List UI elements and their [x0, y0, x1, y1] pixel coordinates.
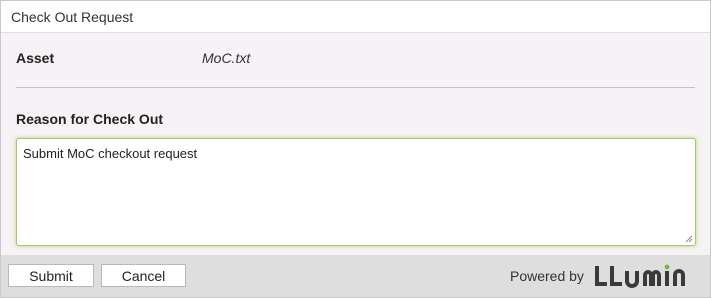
- check-out-dialog: Check Out Request Asset MoC.txt Reason f…: [0, 0, 711, 298]
- asset-label: Asset: [16, 50, 55, 66]
- powered-by-label: Powered by: [510, 268, 584, 284]
- asset-value: MoC.txt: [202, 50, 251, 66]
- submit-button[interactable]: Submit: [8, 264, 94, 287]
- dialog-title: Check Out Request: [11, 9, 134, 25]
- cancel-button[interactable]: Cancel: [101, 264, 186, 287]
- llumin-logo-icon: [595, 264, 685, 288]
- reason-text[interactable]: Submit MoC checkout request: [23, 146, 197, 161]
- resize-grip-icon[interactable]: [685, 235, 693, 243]
- dialog-footer: Submit Cancel Powered by: [1, 255, 710, 297]
- reason-label: Reason for Check Out: [16, 111, 164, 127]
- reason-textarea[interactable]: Submit MoC checkout request: [16, 138, 696, 246]
- dialog-content: Asset MoC.txt Reason for Check Out Submi…: [1, 33, 710, 255]
- divider: [16, 87, 695, 88]
- dialog-titlebar: Check Out Request: [1, 1, 710, 33]
